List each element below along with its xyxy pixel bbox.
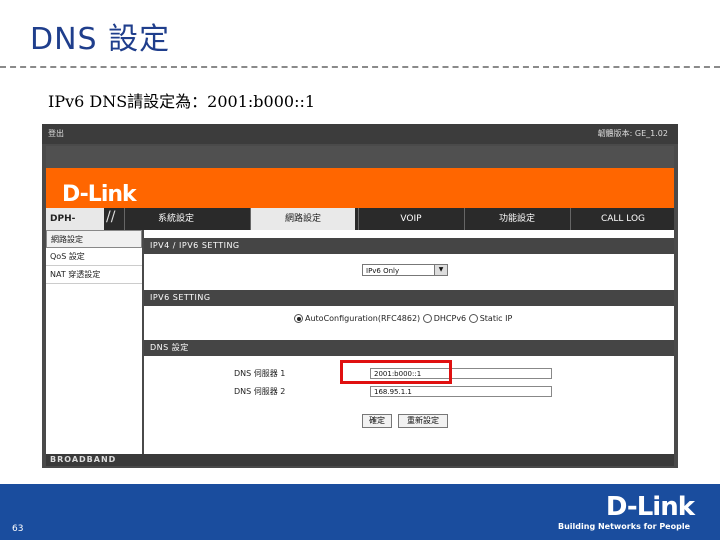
ip-mode-header: IPV4 / IPV6 SETTING xyxy=(144,238,674,254)
router-footer: BROADBAND xyxy=(46,454,674,466)
bottom-bar: 63 D-Link Building Networks for People xyxy=(0,484,720,540)
dns1-label: DNS 伺服器 1 xyxy=(234,369,286,378)
instruction-note: IPv6 DNS請設定為：2001:b000::1 xyxy=(48,92,316,111)
dns1-highlight xyxy=(340,360,452,384)
nav-slashes: // xyxy=(106,209,116,225)
router-topbar: 登出 韌體版本: GE_1.02 xyxy=(42,124,678,144)
settings-content: IPV4 / IPV6 SETTING IPv6 Only ▼ IPV6 SET… xyxy=(144,230,674,454)
reset-button[interactable]: 重新設定 xyxy=(398,414,448,428)
router-nav: DPH-150SE // 系統設定 網路設定 VOIP 功能設定 CALL LO… xyxy=(46,208,675,246)
radio-autoconfig-label: AutoConfiguration(RFC4862) xyxy=(305,314,421,323)
tab-system[interactable]: 系統設定 xyxy=(124,208,227,230)
ipv6-body: AutoConfiguration(RFC4862) DHCPv6 Static… xyxy=(144,306,674,336)
corp-logo: D-Link xyxy=(605,492,695,522)
menu-item-nat[interactable]: NAT 穿透設定 xyxy=(46,266,142,284)
ok-button[interactable]: 確定 xyxy=(362,414,392,428)
dns2-input[interactable]: 168.95.1.1 xyxy=(370,386,552,397)
broadband-label: BROADBAND xyxy=(50,455,117,464)
radio-static-label: Static IP xyxy=(479,314,513,323)
dns-body: DNS 伺服器 1 2001:b000::1 DNS 伺服器 2 168.95.… xyxy=(144,356,674,454)
banner-dark-strip xyxy=(46,146,674,168)
tab-voip[interactable]: VOIP xyxy=(358,208,463,230)
ipv6-header: IPV6 SETTING xyxy=(144,290,674,306)
chevron-down-icon[interactable]: ▼ xyxy=(434,265,447,275)
menu-item-network[interactable]: 網路設定 xyxy=(46,230,142,248)
menu-item-qos[interactable]: QoS 設定 xyxy=(46,248,142,266)
radio-static[interactable] xyxy=(468,314,478,323)
ip-mode-select[interactable]: IPv6 Only ▼ xyxy=(362,264,448,276)
page-number: 63 xyxy=(12,524,24,534)
logout-link[interactable]: 登出 xyxy=(48,128,64,139)
dns-header: DNS 設定 xyxy=(144,340,674,356)
dns2-label: DNS 伺服器 2 xyxy=(234,387,286,396)
radio-dhcpv6-label: DHCPv6 xyxy=(433,314,467,323)
model-label: DPH-150SE xyxy=(46,208,104,246)
tab-network[interactable]: 網路設定 xyxy=(250,208,355,230)
tab-features[interactable]: 功能設定 xyxy=(464,208,569,230)
radio-dhcpv6[interactable] xyxy=(422,314,432,323)
tab-call-log[interactable]: CALL LOG xyxy=(570,208,675,230)
slide-title: DNS 設定 xyxy=(30,22,171,57)
ipv6-mode-radios: AutoConfiguration(RFC4862) DHCPv6 Static… xyxy=(294,314,512,323)
radio-autoconfig[interactable] xyxy=(294,314,303,323)
dlink-logo: D-Link xyxy=(62,182,137,207)
firmware-version: 韌體版本: GE_1.02 xyxy=(597,129,668,138)
title-divider xyxy=(0,66,720,68)
ip-mode-body: IPv6 Only ▼ xyxy=(144,254,674,288)
ip-mode-value: IPv6 Only xyxy=(366,267,400,275)
router-screenshot: 登出 韌體版本: GE_1.02 D-Link DPH-150SE // 系統設… xyxy=(42,124,678,468)
corp-tagline: Building Networks for People xyxy=(558,522,690,531)
left-menu: 網路設定 QoS 設定 NAT 穿透設定 xyxy=(46,230,142,454)
